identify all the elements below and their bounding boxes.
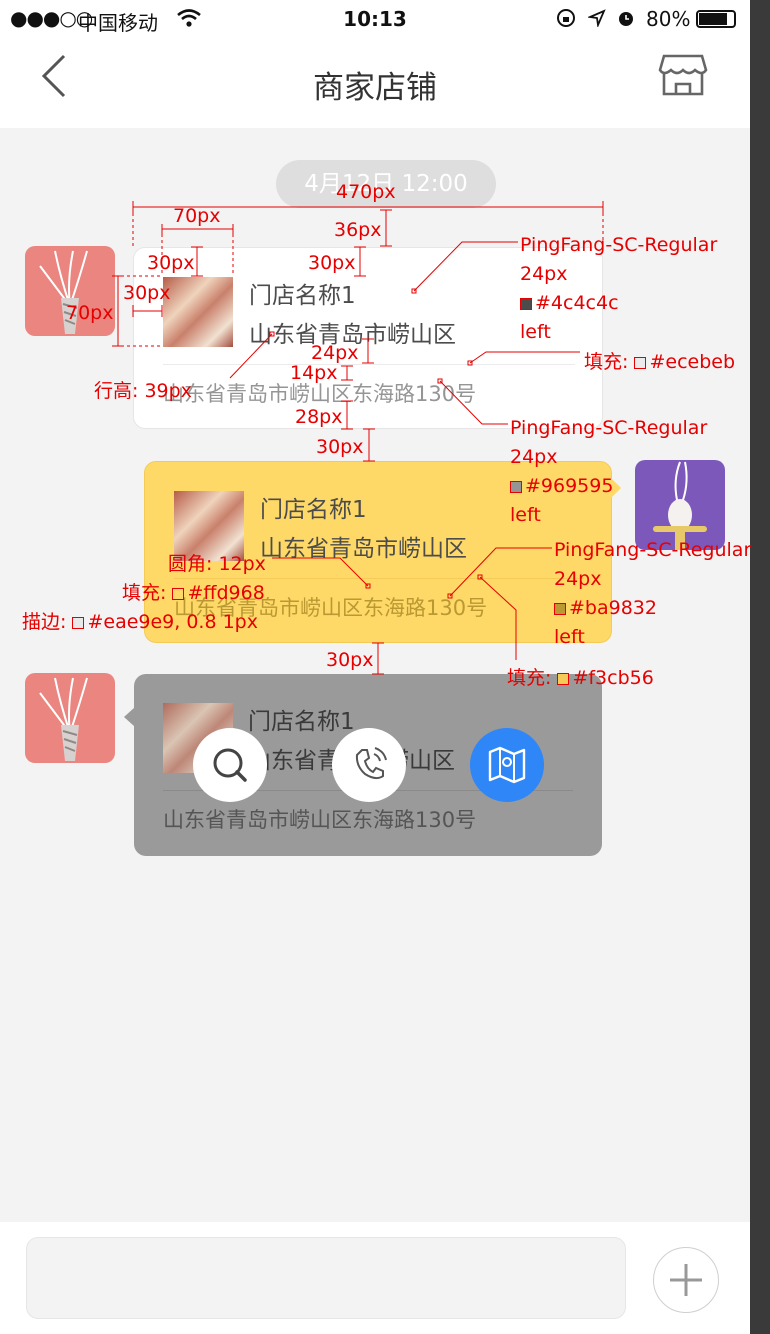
annotation-padding-top: 30px <box>308 252 356 274</box>
annotation-padding-left: 30px <box>123 282 171 304</box>
annotation-font-address: PingFang-SC-Regular 24px #969595 left <box>510 417 708 526</box>
color-swatch <box>554 603 566 615</box>
annotation-divider-fill-yellow: 填充: #f3cb56 <box>507 667 654 689</box>
annotation-gap-30: 30px <box>316 436 364 458</box>
annotation-font-name: PingFang-SC-Regular 24px #4c4c4c left <box>520 234 718 343</box>
annotation-line-height: 行高: 39px <box>94 380 192 402</box>
annotation-card-fill: 填充: #ffd968 <box>122 582 265 604</box>
annotation-width-470: 470px <box>336 181 396 203</box>
annotation-radius: 圆角: 12px <box>168 553 266 575</box>
annotation-divider-fill: 填充: #ecebeb <box>584 351 736 373</box>
annotation-height-70: 70px <box>66 302 114 324</box>
annotation-gap-14: 14px <box>290 362 338 384</box>
annotation-thumb-top: 30px <box>147 252 195 274</box>
annotation-stroke: 描边: #eae9e9, 0.8 1px <box>22 611 258 633</box>
annotation-height-36: 36px <box>334 219 382 241</box>
annotation-gap-28: 28px <box>295 406 343 428</box>
color-swatch <box>520 298 532 310</box>
annotation-gap-24: 24px <box>311 342 359 364</box>
annotation-font-selected: PingFang-SC-Regular 24px #ba9832 left <box>554 539 752 648</box>
color-swatch <box>510 481 522 493</box>
annotation-gap-30b: 30px <box>326 649 374 671</box>
annotation-width-70: 70px <box>173 205 221 227</box>
